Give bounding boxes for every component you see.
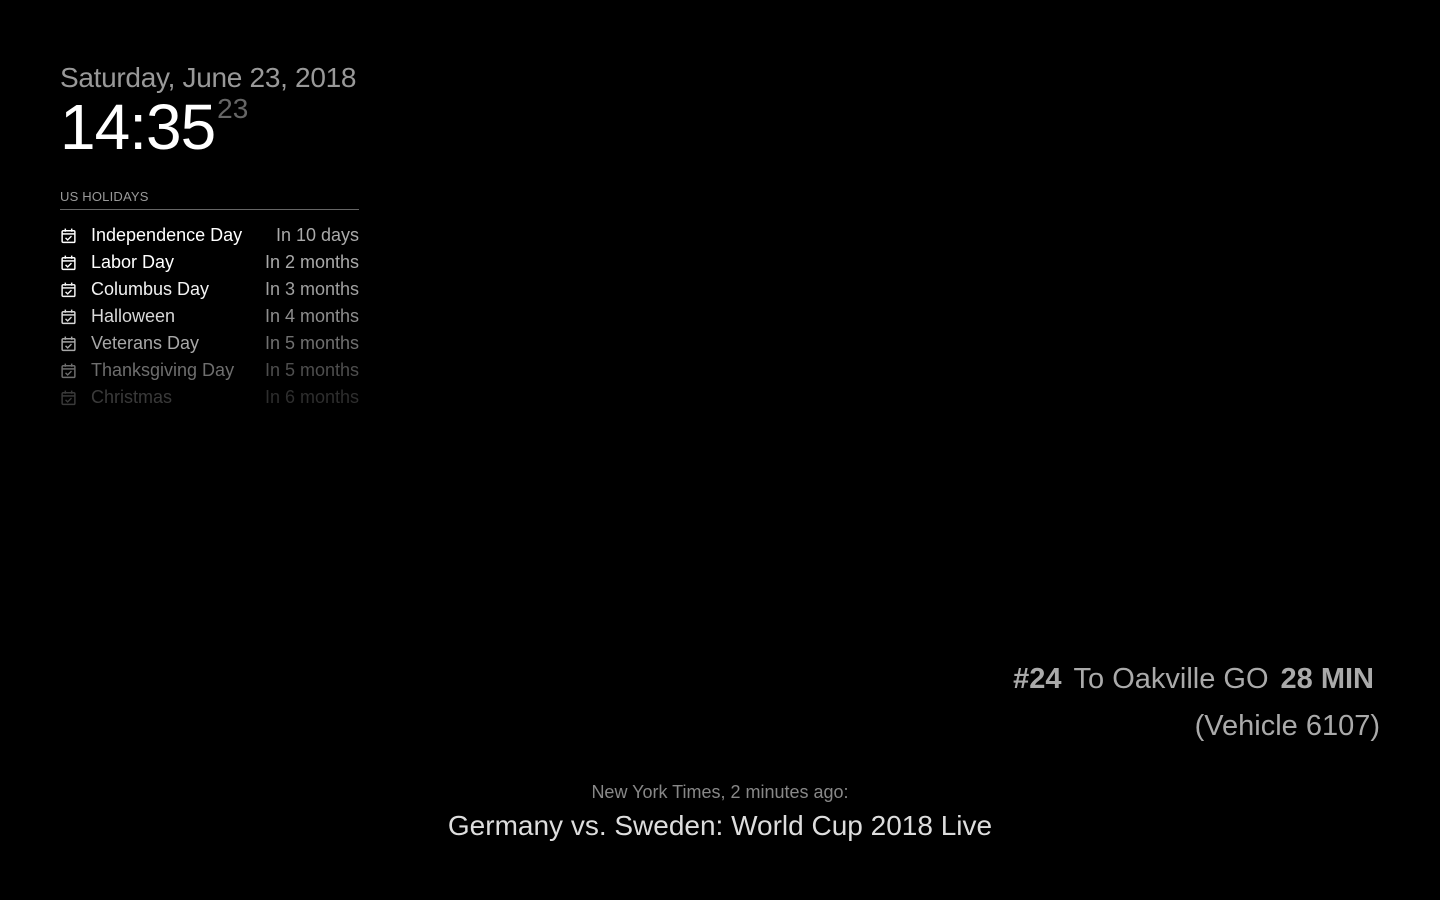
calendar-event-row: Christmas In 6 months xyxy=(60,384,359,411)
transit-module: #24 To Oakville GO 28 MIN (Vehicle 6107) xyxy=(1013,656,1380,750)
calendar-check-icon xyxy=(61,309,76,325)
transit-vehicle: (Vehicle 6107) xyxy=(1194,710,1380,742)
clock-module: Saturday, June 23, 2018 14:3523 xyxy=(60,58,460,160)
transit-destination: To Oakville GO xyxy=(1073,663,1269,695)
calendar-event-row: Independence Day In 10 days xyxy=(60,222,359,249)
transit-eta: 28 MIN xyxy=(1280,663,1374,695)
calendar-event-list: Independence Day In 10 days Labor Day In 2 … xyxy=(60,222,359,411)
clock-seconds: 23 xyxy=(217,93,249,124)
news-headline: Germany vs. Sweden: World Cup 2018 Live xyxy=(447,810,993,841)
calendar-event-title: Columbus Day xyxy=(91,279,210,299)
calendar-event-time: In 10 days xyxy=(275,225,359,245)
calendar-header: US HOLIDAYS xyxy=(60,189,359,210)
calendar-event-time: In 5 months xyxy=(264,333,359,353)
calendar-event-row: Columbus Day In 3 months xyxy=(60,276,359,303)
calendar-event-row: Veterans Day In 5 months xyxy=(60,330,359,357)
calendar-event-time: In 4 months xyxy=(264,306,359,326)
calendar-check-icon xyxy=(61,255,76,271)
calendar-event-title: Independence Day xyxy=(91,225,243,245)
calendar-check-icon xyxy=(61,336,76,352)
transit-departure: #24 To Oakville GO 28 MIN xyxy=(1013,656,1380,702)
calendar-event-row: Halloween In 4 months xyxy=(60,303,359,330)
calendar-event-time: In 6 months xyxy=(264,387,359,407)
clock-time: 14:3523 xyxy=(60,91,460,163)
calendar-event-time: In 5 months xyxy=(264,360,359,380)
calendar-module: US HOLIDAYS Independence Day In 10 days La… xyxy=(60,189,359,411)
clock-hours-minutes: 14:35 xyxy=(60,91,216,163)
calendar-event-time: In 3 months xyxy=(264,279,359,299)
transit-route-number: #24 xyxy=(1013,663,1062,695)
calendar-check-icon xyxy=(61,390,76,406)
calendar-event-row: Thanksgiving Day In 5 months xyxy=(60,357,359,384)
calendar-check-icon xyxy=(61,282,76,298)
news-source: New York Times, 2 minutes ago: xyxy=(591,782,849,802)
calendar-event-title: Halloween xyxy=(91,306,176,326)
calendar-check-icon xyxy=(61,363,76,379)
calendar-event-title: Thanksgiving Day xyxy=(91,360,235,380)
calendar-event-row: Labor Day In 2 months xyxy=(60,249,359,276)
news-module: New York Times, 2 minutes ago: Germany v… xyxy=(0,780,1440,846)
calendar-event-title: Labor Day xyxy=(91,252,175,272)
calendar-event-title: Christmas xyxy=(91,387,173,407)
calendar-check-icon xyxy=(61,228,76,244)
calendar-event-time: In 2 months xyxy=(264,252,359,272)
calendar-event-title: Veterans Day xyxy=(91,333,200,353)
